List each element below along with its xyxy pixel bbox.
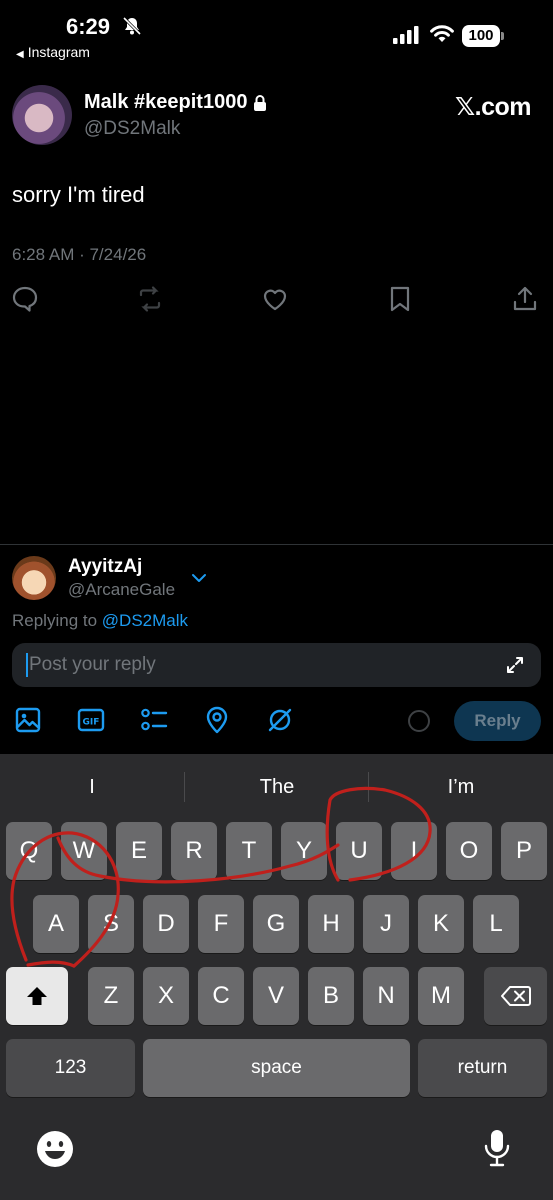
lock-icon xyxy=(254,94,267,111)
bell-off-icon xyxy=(122,16,142,36)
key-x[interactable]: X xyxy=(143,967,189,1025)
author-avatar[interactable] xyxy=(12,85,72,145)
keyboard: I The I’m Q W E R T Y U I O P A S D F G … xyxy=(0,754,553,1200)
svg-text:GIF: GIF xyxy=(83,718,100,728)
key-r[interactable]: R xyxy=(171,822,217,880)
key-c[interactable]: C xyxy=(198,967,244,1025)
key-o[interactable]: O xyxy=(446,822,492,880)
reply-placeholder: Post your reply xyxy=(29,654,156,675)
gif-icon[interactable]: GIF xyxy=(77,706,105,734)
author-display-name[interactable]: Malk #keepit1000 xyxy=(84,91,267,114)
chevron-down-icon[interactable] xyxy=(191,572,207,584)
reply-button[interactable]: Reply xyxy=(454,701,541,741)
key-n[interactable]: N xyxy=(363,967,409,1025)
expand-icon[interactable] xyxy=(505,655,525,675)
author-name-text: Malk #keepit1000 xyxy=(84,91,248,113)
key-y[interactable]: Y xyxy=(281,822,327,880)
poll-icon[interactable] xyxy=(140,706,168,734)
replying-to-label: Replying to @DS2Malk xyxy=(12,611,188,631)
key-m[interactable]: M xyxy=(418,967,464,1025)
reply-icon[interactable] xyxy=(11,285,39,313)
character-count-circle xyxy=(408,710,430,732)
key-j[interactable]: J xyxy=(363,895,409,953)
key-h[interactable]: H xyxy=(308,895,354,953)
grok-icon[interactable] xyxy=(266,706,294,734)
key-q[interactable]: Q xyxy=(6,822,52,880)
backspace-key[interactable] xyxy=(484,967,547,1025)
suggestion-2[interactable]: The xyxy=(202,776,352,799)
image-icon[interactable] xyxy=(14,706,42,734)
tweet-text: sorry I'm tired xyxy=(12,182,145,207)
key-a[interactable]: A xyxy=(33,895,79,953)
replying-mention[interactable]: @DS2Malk xyxy=(102,611,188,630)
bookmark-icon[interactable] xyxy=(386,285,414,313)
emoji-icon[interactable] xyxy=(36,1130,74,1168)
key-b[interactable]: B xyxy=(308,967,354,1025)
key-u[interactable]: U xyxy=(336,822,382,880)
battery-level: 100 xyxy=(462,25,500,47)
space-key[interactable]: space xyxy=(143,1039,410,1097)
battery-icon: 100 xyxy=(462,25,504,47)
location-icon[interactable] xyxy=(203,706,231,734)
key-i[interactable]: I xyxy=(391,822,437,880)
microphone-icon[interactable] xyxy=(482,1128,512,1168)
key-e[interactable]: E xyxy=(116,822,162,880)
key-l[interactable]: L xyxy=(473,895,519,953)
back-label: Instagram xyxy=(27,44,90,60)
reply-input[interactable]: Post your reply xyxy=(12,643,541,687)
cellular-signal-icon xyxy=(393,26,419,44)
tweet-timestamp[interactable]: 6:28 AM · 7/24/26 xyxy=(12,245,146,265)
key-g[interactable]: G xyxy=(253,895,299,953)
author-handle[interactable]: @DS2Malk xyxy=(84,118,180,140)
key-t[interactable]: T xyxy=(226,822,272,880)
backspace-icon xyxy=(500,986,531,1006)
wifi-icon xyxy=(430,25,454,42)
key-w[interactable]: W xyxy=(61,822,107,880)
clock: 6:29 xyxy=(66,14,111,39)
numbers-key[interactable]: 123 xyxy=(6,1039,135,1097)
account-name[interactable]: AyyitzAj xyxy=(68,556,142,578)
key-f[interactable]: F xyxy=(198,895,244,953)
share-icon[interactable] xyxy=(511,285,539,313)
account-handle[interactable]: @ArcaneGale xyxy=(68,580,175,600)
shift-key[interactable] xyxy=(6,967,68,1025)
suggestion-3[interactable]: I’m xyxy=(386,776,536,799)
suggestion-1[interactable]: I xyxy=(17,776,167,799)
divider xyxy=(0,544,553,545)
key-k[interactable]: K xyxy=(418,895,464,953)
x-logo[interactable]: 𝕏.com xyxy=(455,92,532,122)
key-v[interactable]: V xyxy=(253,967,299,1025)
shift-arrow-icon xyxy=(27,987,47,1005)
tweet-actions xyxy=(0,285,553,315)
key-p[interactable]: P xyxy=(501,822,547,880)
repost-icon[interactable] xyxy=(136,285,164,313)
return-key[interactable]: return xyxy=(418,1039,547,1097)
key-s[interactable]: S xyxy=(88,895,134,953)
key-z[interactable]: Z xyxy=(88,967,134,1025)
user-avatar[interactable] xyxy=(12,556,56,600)
status-bar: 6:29 ◀ Instagram 100 xyxy=(0,0,553,66)
back-to-app-link[interactable]: ◀ Instagram xyxy=(16,44,90,60)
replying-prefix: Replying to xyxy=(12,611,102,630)
text-caret xyxy=(26,653,28,677)
like-icon[interactable] xyxy=(261,285,289,313)
key-d[interactable]: D xyxy=(143,895,189,953)
